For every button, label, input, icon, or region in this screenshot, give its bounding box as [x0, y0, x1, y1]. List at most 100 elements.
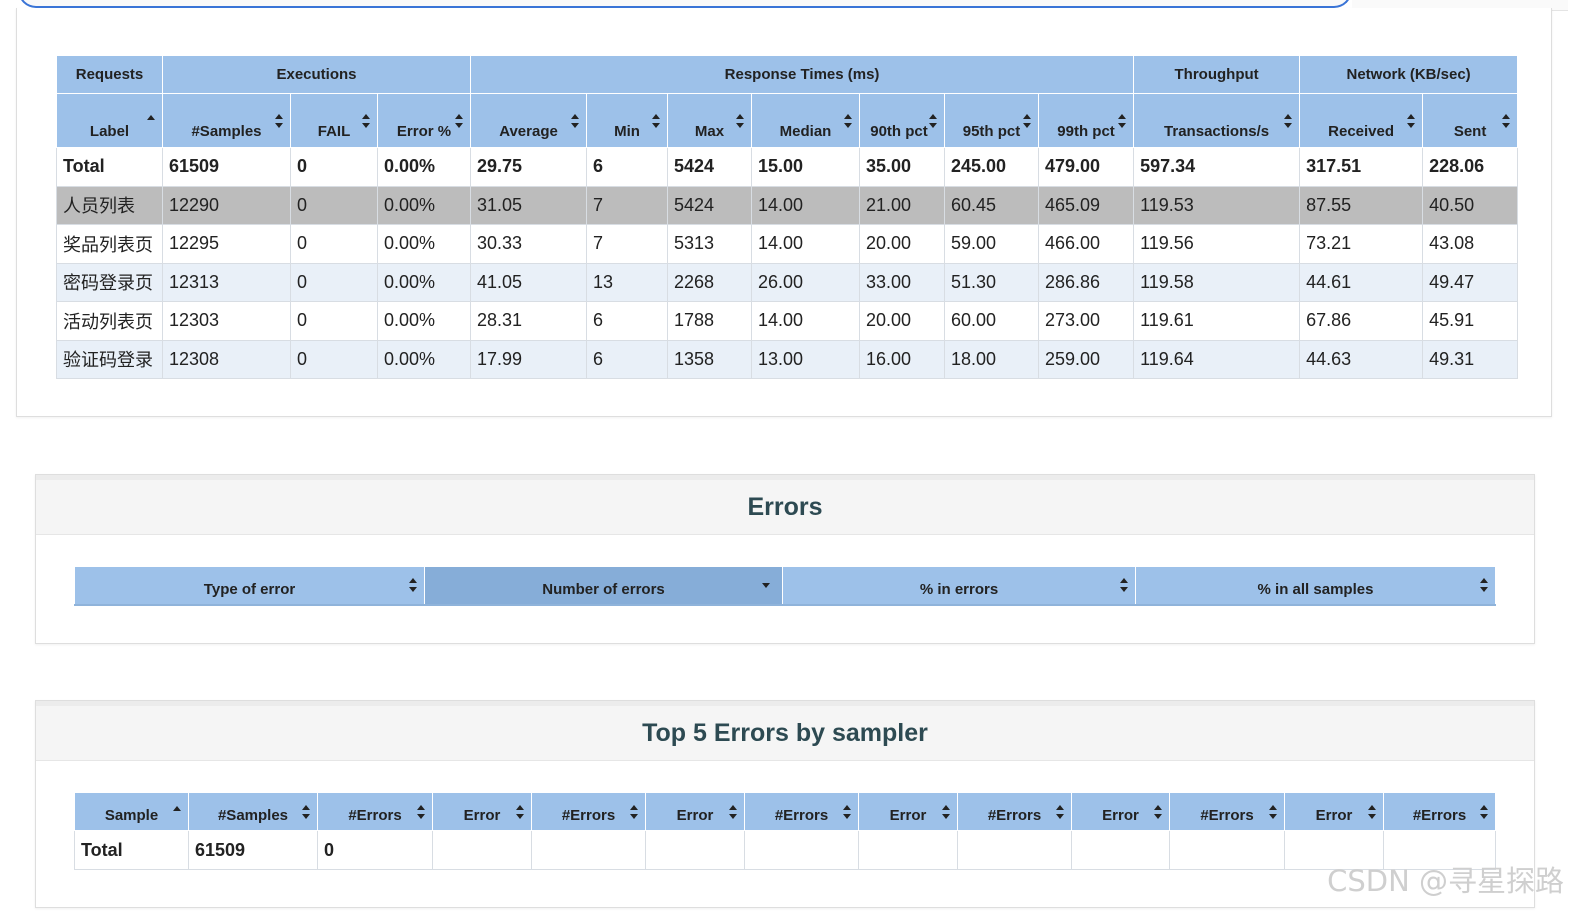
- table-cell: 0.00%: [376, 339, 472, 379]
- col-header-max[interactable]: Max: [667, 93, 753, 148]
- table-cell: 13: [586, 262, 669, 302]
- table-cell: 6: [586, 301, 669, 341]
- table-cell: 119.64: [1133, 339, 1301, 379]
- csdn-watermark: CSDN @寻星探路: [1327, 864, 1564, 898]
- col-header-sent[interactable]: Sent: [1422, 93, 1519, 148]
- col-label-text: #Errors: [561, 807, 616, 824]
- col-label-text: #Errors: [987, 807, 1042, 824]
- col-label-text: Average: [499, 123, 558, 140]
- col-header-type-of-error[interactable]: Type of error: [74, 566, 425, 606]
- col-label-text: Max: [694, 123, 725, 140]
- table-cell: [432, 830, 532, 870]
- table-row[interactable]: 奖品列表页 12295 0 0.00% 30.33 7 5313 14.00 2…: [56, 224, 1519, 264]
- col-header-median[interactable]: Median: [751, 93, 861, 148]
- col-header-error[interactable]: Error: [858, 792, 958, 831]
- col-header-error[interactable]: Error: [1071, 792, 1170, 831]
- table-cell: 73.21: [1299, 224, 1424, 264]
- top5-header-row: Sample #Samples #Errors Error #Errors Er…: [74, 792, 1496, 831]
- column-header-row: Label #Samples FAIL Error % Average Min …: [56, 93, 1519, 148]
- table-cell: 12290: [162, 185, 291, 225]
- col-header-pct-in-errors[interactable]: % in errors: [782, 566, 1136, 606]
- table-cell: 0.00%: [376, 262, 472, 302]
- table-row[interactable]: 密码登录页 12313 0 0.00% 41.05 13 2268 26.00 …: [56, 262, 1519, 302]
- col-header-samples[interactable]: #Samples: [188, 792, 318, 831]
- sort-icon: [1502, 113, 1511, 128]
- sort-icon: [516, 804, 524, 819]
- col-header-99th-pct[interactable]: 99th pct: [1038, 93, 1135, 148]
- sort-icon: [1056, 804, 1064, 819]
- table-cell: 0.00%: [376, 147, 472, 187]
- col-header-min[interactable]: Min: [586, 93, 669, 148]
- col-header-errors[interactable]: #Errors: [1169, 792, 1285, 831]
- table-row[interactable]: 活动列表页 12303 0 0.00% 28.31 6 1788 14.00 2…: [56, 301, 1519, 341]
- col-label-text: Sample: [104, 807, 159, 824]
- table-cell: 49.47: [1422, 262, 1519, 302]
- sort-icon: [1023, 113, 1032, 128]
- table-cell: 0: [290, 224, 378, 264]
- table-row[interactable]: 人员列表 12290 0 0.00% 31.05 7 5424 14.00 21…: [56, 185, 1519, 225]
- sort-icon: [736, 113, 745, 128]
- col-header-number-of-errors[interactable]: Number of errors: [424, 566, 783, 606]
- col-header-error[interactable]: Error: [1284, 792, 1384, 831]
- col-header-errors[interactable]: #Errors: [531, 792, 646, 831]
- sort-icon: [409, 578, 417, 593]
- statistics-table: Requests Executions Response Times (ms) …: [56, 55, 1519, 379]
- col-header-errors[interactable]: #Errors: [1383, 792, 1496, 831]
- table-cell: 21.00: [859, 185, 946, 225]
- table-row-total: Total 61509 0 0.00% 29.75 6 5424 15.00 3…: [56, 147, 1519, 187]
- col-label-text: 90th pct: [870, 123, 928, 140]
- col-label-text: Median: [779, 123, 832, 140]
- sort-icon: [302, 804, 310, 819]
- sort-desc-icon: [762, 583, 770, 589]
- sort-icon: [1118, 113, 1127, 128]
- table-cell: 6: [586, 147, 669, 187]
- table-cell: [1071, 830, 1170, 870]
- col-header-error-pct[interactable]: Error %: [376, 93, 472, 148]
- table-cell: 41.05: [470, 262, 588, 302]
- col-header-95th-pct[interactable]: 95th pct: [944, 93, 1040, 148]
- table-cell: Total: [74, 830, 189, 870]
- col-header-average[interactable]: Average: [470, 93, 588, 148]
- col-header-pct-in-all-samples[interactable]: % in all samples: [1135, 566, 1496, 606]
- sort-icon: [571, 113, 580, 128]
- table-cell: 5424: [667, 147, 753, 187]
- table-row[interactable]: 验证码登录 12308 0 0.00% 17.99 6 1358 13.00 1…: [56, 339, 1519, 379]
- table-cell: 0: [290, 185, 378, 225]
- col-header-transactions[interactable]: Transactions/s: [1133, 93, 1301, 148]
- col-header-label[interactable]: Label: [56, 93, 163, 148]
- col-header-error[interactable]: Error: [645, 792, 745, 831]
- table-cell: 597.34: [1133, 147, 1301, 187]
- table-cell: 44.63: [1299, 339, 1424, 379]
- table-cell: 20.00: [859, 224, 946, 264]
- table-cell: 20.00: [859, 301, 946, 341]
- col-header-samples[interactable]: #Samples: [162, 93, 291, 148]
- col-header-errors[interactable]: #Errors: [317, 792, 433, 831]
- col-header-errors[interactable]: #Errors: [957, 792, 1072, 831]
- sort-icon: [275, 113, 283, 128]
- table-cell: 15.00: [751, 147, 861, 187]
- table-cell: 29.75: [470, 147, 588, 187]
- col-header-sample[interactable]: Sample: [74, 792, 189, 831]
- errors-header-row: Type of error Number of errors % in erro…: [74, 566, 1496, 606]
- sort-icon: [844, 113, 853, 128]
- errors-title: Errors: [36, 475, 1534, 535]
- table-cell: 87.55: [1299, 185, 1424, 225]
- sort-icon: [1284, 113, 1293, 128]
- col-header-errors[interactable]: #Errors: [744, 792, 859, 831]
- group-network: Network (KB/sec): [1299, 55, 1519, 94]
- col-label-text: #Samples: [191, 123, 262, 140]
- col-header-received[interactable]: Received: [1299, 93, 1424, 148]
- table-cell: 45.91: [1422, 301, 1519, 341]
- table-cell: 465.09: [1038, 185, 1135, 225]
- col-label-text: Error: [1315, 807, 1353, 824]
- col-header-90th-pct[interactable]: 90th pct: [859, 93, 946, 148]
- table-cell: [645, 830, 745, 870]
- col-header-error[interactable]: Error: [432, 792, 532, 831]
- table-cell: 35.00: [859, 147, 946, 187]
- table-cell: 30.33: [470, 224, 588, 264]
- table-cell: 33.00: [859, 262, 946, 302]
- table-cell: 12295: [162, 224, 291, 264]
- sort-icon: [652, 113, 661, 128]
- col-header-fail[interactable]: FAIL: [290, 93, 378, 148]
- table-cell: 228.06: [1422, 147, 1519, 187]
